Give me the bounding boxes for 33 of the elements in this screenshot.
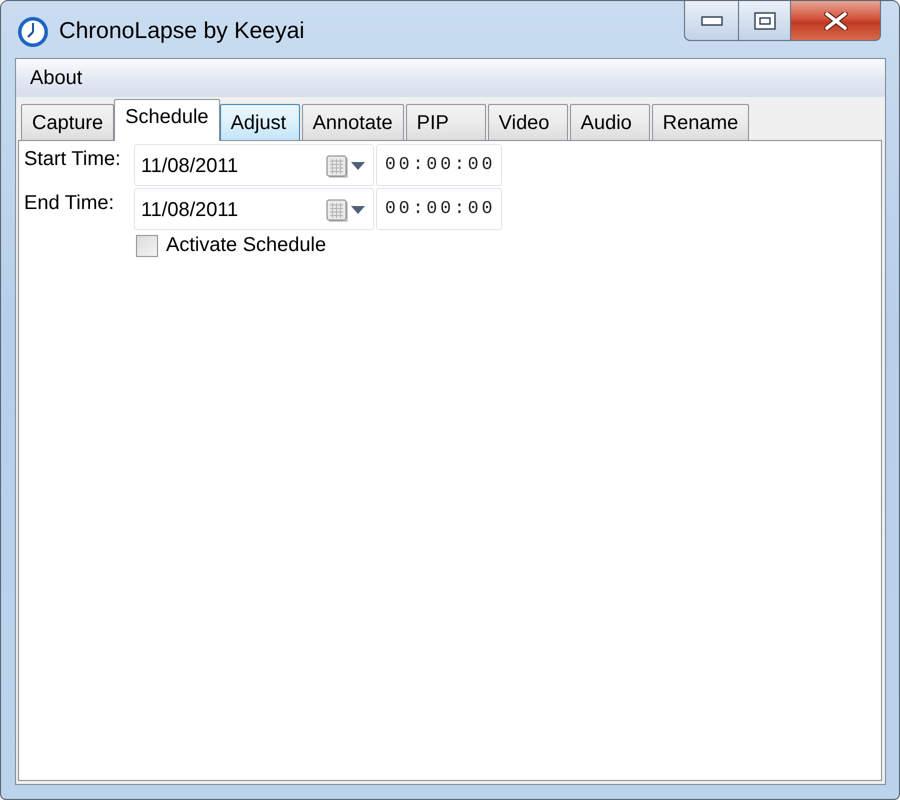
checkbox[interactable] bbox=[136, 234, 158, 256]
close-button[interactable] bbox=[791, 1, 881, 41]
tab[interactable]: Adjust bbox=[220, 104, 300, 140]
field-label: End Time: bbox=[24, 191, 116, 214]
tab[interactable]: Annotate bbox=[302, 104, 404, 140]
time-field[interactable]: 00:00:00 bbox=[376, 144, 502, 186]
date-field[interactable]: 11/08/2011 bbox=[134, 144, 374, 186]
tab[interactable]: PIP bbox=[406, 104, 486, 140]
menu-item[interactable]: About bbox=[20, 64, 92, 92]
tab[interactable]: Audio bbox=[570, 104, 650, 140]
tab[interactable]: Rename bbox=[652, 104, 750, 140]
clock-icon bbox=[17, 16, 49, 48]
date-field[interactable]: 11/08/2011 bbox=[134, 188, 374, 230]
window-title: ChronoLapse by Keeyai bbox=[59, 17, 304, 44]
tab[interactable]: Schedule bbox=[114, 99, 220, 141]
calendar-icon bbox=[326, 198, 348, 222]
close-icon bbox=[824, 12, 848, 30]
date-value: 11/08/2011 bbox=[141, 198, 238, 222]
maximize-button[interactable] bbox=[739, 1, 791, 41]
maximize-icon bbox=[754, 12, 776, 30]
date-picker-button[interactable] bbox=[326, 198, 365, 222]
tab[interactable]: Video bbox=[488, 104, 568, 140]
field-label: Start Time: bbox=[24, 147, 122, 170]
caret-icon bbox=[351, 206, 365, 214]
tab[interactable]: Capture bbox=[21, 104, 114, 140]
date-picker-button[interactable] bbox=[326, 154, 365, 178]
calendar-icon bbox=[326, 154, 348, 178]
minimize-button[interactable] bbox=[684, 1, 739, 41]
caret-icon bbox=[351, 162, 365, 170]
minimize-icon bbox=[700, 16, 722, 26]
checkbox-label: Activate Schedule bbox=[166, 234, 326, 257]
date-value: 11/08/2011 bbox=[141, 154, 238, 178]
time-field[interactable]: 00:00:00 bbox=[376, 188, 502, 230]
